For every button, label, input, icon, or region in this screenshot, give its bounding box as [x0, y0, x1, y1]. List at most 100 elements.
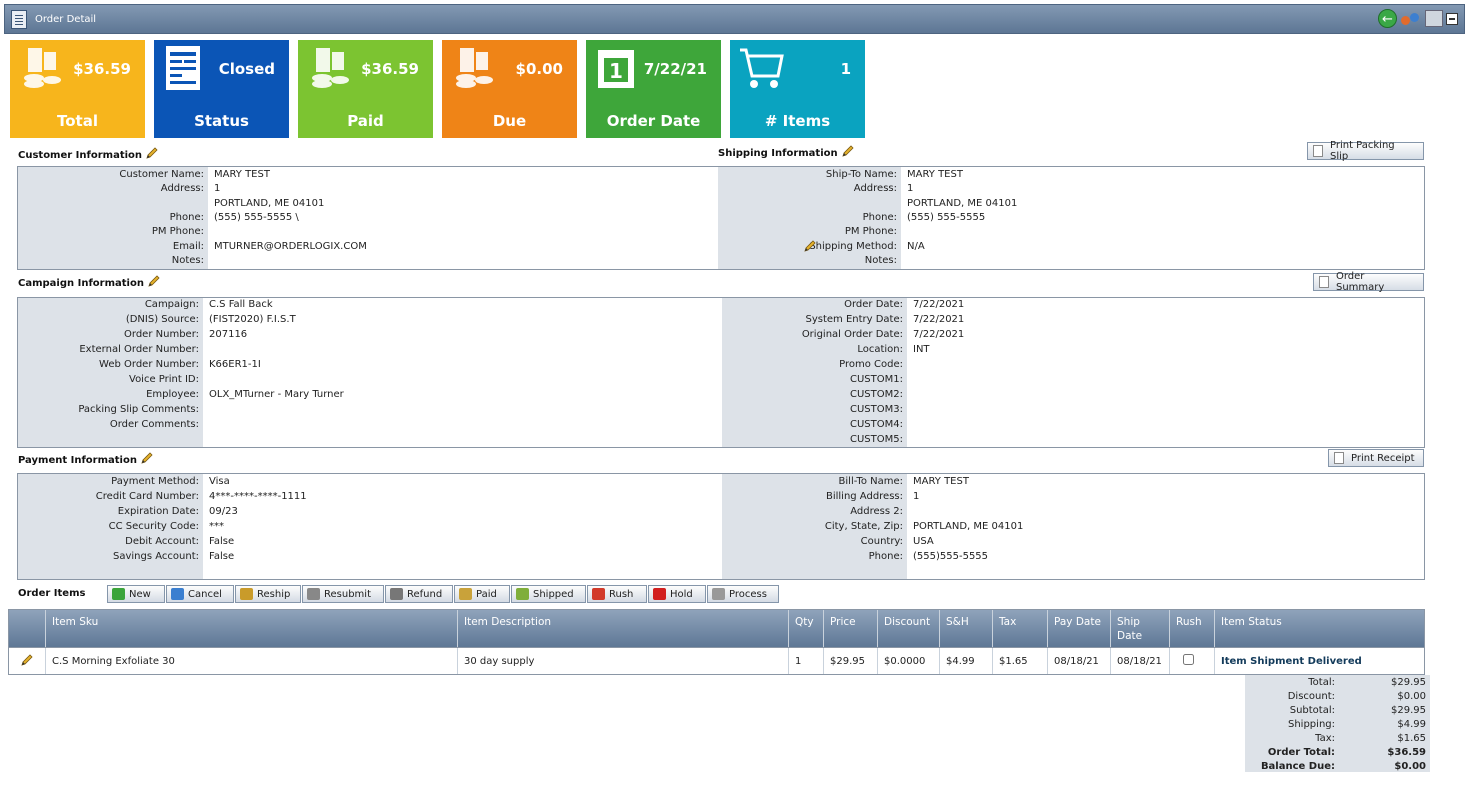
total-value: $29.95: [1391, 705, 1426, 716]
field-label: Packing Slip Comments:: [78, 404, 199, 415]
tile-value: $36.59: [361, 60, 419, 78]
edit-pencil-icon[interactable]: [140, 452, 153, 465]
field-row: Voice Print ID:: [18, 373, 722, 387]
field-row: Order Date: 7/22/2021: [722, 298, 1424, 312]
resubmit-button[interactable]: Resubmit: [302, 585, 384, 603]
print-receipt-label: Print Receipt: [1351, 452, 1415, 464]
field-value: MTURNER@ORDERLOGIX.COM: [214, 240, 367, 252]
field-value: (555) 555-5555: [907, 211, 986, 223]
print-packing-slip-label: Print Packing Slip: [1330, 140, 1395, 162]
payment-info-label: Payment Information: [18, 455, 137, 466]
tile-total[interactable]: $36.59 Total: [10, 40, 145, 138]
column-header-s-h[interactable]: S&H: [946, 615, 969, 629]
field-label: Expiration Date:: [117, 506, 199, 517]
rush-button-label: Rush: [609, 588, 634, 600]
cell-discount: $0.0000: [884, 656, 926, 667]
field-row: CUSTOM5:: [722, 433, 1424, 447]
cell-item-status: Item Shipment Delivered: [1221, 656, 1362, 667]
tile-paid[interactable]: $36.59 Paid: [298, 40, 433, 138]
form-icon: [162, 46, 212, 90]
package-icon[interactable]: [1425, 10, 1443, 27]
field-row: System Entry Date: 7/22/2021: [722, 313, 1424, 327]
campaign-left: Campaign: C.S Fall Back (DNIS) Source: (FIS…: [18, 298, 722, 447]
field-label: CUSTOM3:: [850, 404, 903, 415]
field-row: Employee: OLX_MTurner - Mary Turner: [18, 388, 722, 402]
field-row: Customer Name: MARY TEST: [18, 168, 718, 182]
field-label: CUSTOM1:: [850, 374, 903, 385]
campaign-info-label: Campaign Information: [18, 278, 144, 289]
column-header-ship-date[interactable]: Ship Date: [1117, 615, 1157, 643]
payment-right: Bill-To Name: MARY TEST Billing Address: 1 A…: [722, 474, 1424, 579]
reship-button[interactable]: Reship: [235, 585, 301, 603]
new-button[interactable]: New: [107, 585, 165, 603]
field-label: Country:: [860, 536, 903, 547]
hold-button[interactable]: Hold: [648, 585, 706, 603]
total-label: Discount:: [1287, 691, 1335, 702]
tile-due[interactable]: $0.00 Due: [442, 40, 577, 138]
field-label: CUSTOM2:: [850, 389, 903, 400]
tile-items[interactable]: 1 # Items: [730, 40, 865, 138]
field-row: Phone: (555) 555-5555 \: [18, 211, 718, 225]
document-icon: [11, 10, 27, 29]
field-row: Payment Method: Visa: [18, 475, 722, 489]
back-arrow-icon[interactable]: ←: [1378, 9, 1397, 28]
column-header-qty[interactable]: Qty: [795, 615, 814, 629]
paid-button-label: Paid: [476, 588, 497, 600]
field-value: MARY TEST: [907, 169, 963, 180]
field-value: False: [209, 536, 235, 547]
users-icon[interactable]: [1400, 9, 1422, 28]
field-label: Address:: [160, 183, 204, 195]
rush-checkbox[interactable]: [1183, 654, 1194, 665]
column-header-price[interactable]: Price: [830, 615, 856, 629]
column-header-discount[interactable]: Discount: [884, 615, 930, 629]
field-value: 7/22/2021: [913, 299, 965, 310]
field-row: Campaign: C.S Fall Back: [18, 298, 722, 312]
column-header-pay-date[interactable]: Pay Date: [1054, 615, 1101, 629]
field-label: Address:: [853, 183, 897, 195]
minimize-icon[interactable]: [1446, 12, 1458, 25]
print-receipt-button[interactable]: Print Receipt: [1328, 449, 1424, 467]
money-bag-icon: [459, 588, 472, 600]
field-row: Order Number: 207116: [18, 328, 722, 342]
edit-pencil-icon[interactable]: [841, 145, 854, 158]
refund-icon: [390, 588, 403, 600]
window-titlebar: Order Detail ←: [4, 4, 1465, 34]
payment-info-title: Payment Information: [18, 452, 153, 466]
field-label: Notes:: [171, 254, 204, 266]
field-row: City, State, Zip: PORTLAND, ME 04101: [722, 520, 1424, 534]
field-row: Credit Card Number: 4***-****-****-1111: [18, 490, 722, 504]
cell-tax: $1.65: [999, 656, 1028, 667]
coins-icon: [306, 46, 356, 90]
total-label: Shipping:: [1288, 719, 1335, 730]
edit-pencil-icon[interactable]: [147, 275, 160, 288]
svg-text:1: 1: [609, 59, 623, 83]
tile-order-date[interactable]: 1 7/22/21 Order Date: [586, 40, 721, 138]
tile-status[interactable]: Closed Status: [154, 40, 289, 138]
order-items-grid: Item Sku Item Description Qty Price Discount…: [8, 609, 1425, 675]
process-button-label: Process: [729, 588, 767, 600]
cell-price: $29.95: [830, 656, 865, 667]
field-label: Debit Account:: [125, 536, 199, 547]
paid-button[interactable]: Paid: [454, 585, 510, 603]
edit-shipping-method-pencil-icon[interactable]: [803, 239, 816, 253]
column-header-rush[interactable]: Rush: [1176, 615, 1202, 629]
order-summary-button[interactable]: Order Summary: [1313, 271, 1424, 293]
field-row: CUSTOM4:: [722, 418, 1424, 432]
refund-button[interactable]: Refund: [385, 585, 453, 603]
column-header-item-sku[interactable]: Item Sku: [52, 615, 98, 629]
field-value: (555)555-5555: [913, 551, 989, 562]
cell-ship-date: 08/18/21: [1117, 656, 1162, 667]
edit-row-pencil-icon[interactable]: [20, 654, 33, 667]
process-button[interactable]: Process: [707, 585, 779, 603]
field-value: ***: [209, 521, 224, 532]
column-header-item-description[interactable]: Item Description: [464, 615, 551, 629]
edit-pencil-icon[interactable]: [145, 147, 158, 160]
field-label: City, State, Zip:: [824, 521, 903, 532]
column-header-item-status[interactable]: Item Status: [1221, 615, 1282, 629]
cancel-button[interactable]: Cancel: [166, 585, 234, 603]
field-label: Location:: [857, 344, 903, 355]
shipped-button[interactable]: Shipped: [511, 585, 586, 603]
column-header-tax[interactable]: Tax: [999, 615, 1016, 629]
rush-button[interactable]: Rush: [587, 585, 647, 603]
print-packing-slip-button[interactable]: Print Packing Slip: [1307, 140, 1424, 162]
